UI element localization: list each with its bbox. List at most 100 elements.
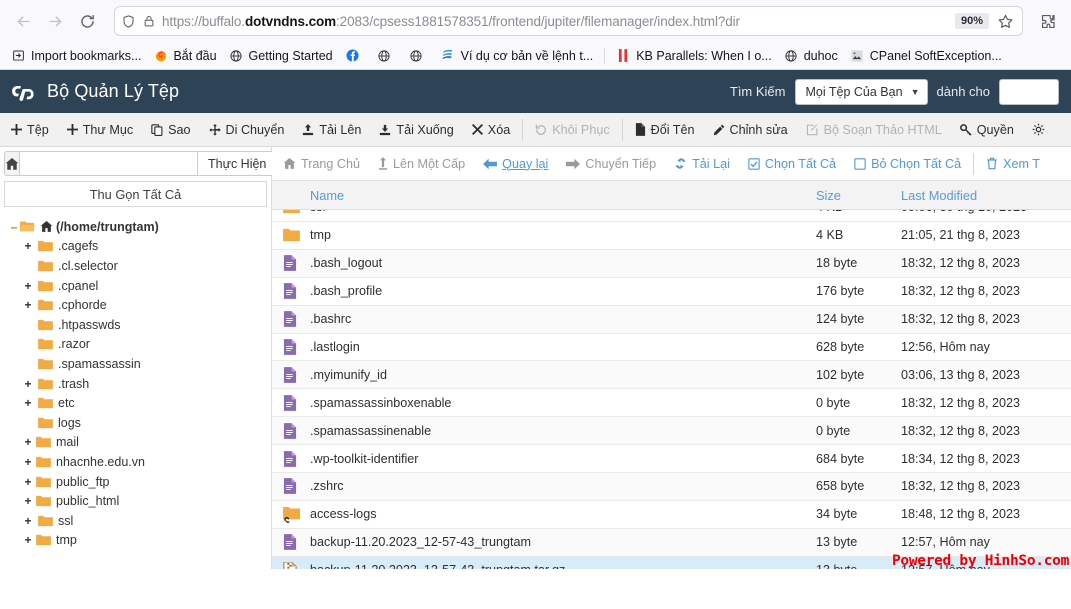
header-size[interactable]: Size	[816, 188, 901, 203]
path-input[interactable]	[19, 151, 198, 176]
search-input[interactable]	[999, 78, 1059, 105]
collapse-toggle-icon[interactable]: –	[8, 220, 20, 234]
expand-toggle-icon[interactable]: +	[22, 279, 34, 293]
nav-forward[interactable]: Chuyển Tiếp	[557, 147, 665, 180]
bookmark-item-facebook[interactable]	[340, 46, 370, 65]
forward-button[interactable]	[40, 6, 70, 36]
bookmark-item-getting-started[interactable]: Getting Started	[224, 46, 338, 65]
table-row[interactable]: .lastlogin 628 byte 12:56, Hôm nay	[272, 334, 1071, 362]
shield-icon[interactable]	[121, 14, 136, 29]
bookmark-item-globe-1[interactable]	[372, 46, 402, 65]
bookmark-star-icon[interactable]	[995, 13, 1016, 30]
expand-toggle-icon[interactable]: +	[22, 239, 34, 253]
nav-up-one-level[interactable]: Lên Một Cấp	[369, 147, 474, 180]
nav-back[interactable]: Quay lại	[474, 147, 557, 180]
toolbar-permissions[interactable]: Quyền	[951, 113, 1023, 146]
reload-button[interactable]	[72, 6, 102, 36]
toolbar-delete[interactable]: Xóa	[463, 113, 519, 146]
bookmark-item-bat-dau[interactable]: Bắt đầu	[148, 46, 221, 65]
url-text[interactable]: https://buffalo.dotvndns.com:2083/cpsess…	[162, 14, 949, 29]
nav-view-trash[interactable]: Xem T	[977, 147, 1049, 180]
expand-toggle-icon[interactable]: +	[22, 396, 34, 410]
toolbar-new-file[interactable]: Tệp	[2, 113, 58, 146]
row-name: backup-11.20.2023_12-57-43_trungtam	[310, 535, 532, 550]
navigation-toolbar: Trang Chủ Lên Một Cấp Quay lại Chuyển Ti…	[272, 147, 1071, 181]
table-row[interactable]: access-logs 34 byte 18:48, 12 thg 8, 202…	[272, 501, 1071, 529]
table-row[interactable]: .spamassassinenable 0 byte 18:32, 12 thg…	[272, 417, 1071, 446]
tree-node-ssl[interactable]: + ssl	[6, 511, 271, 531]
sidebar-home-button[interactable]	[4, 151, 19, 176]
table-row[interactable]: .zshrc 658 byte 18:32, 12 thg 8, 2023	[272, 473, 1071, 501]
toolbar-html-editor[interactable]: Bộ Soạn Thảo HTML	[797, 113, 951, 146]
table-row[interactable]: .spamassassinboxenable 0 byte 18:32, 12 …	[272, 389, 1071, 418]
tree-node-home[interactable]: – (/home/trungtam)	[6, 217, 271, 237]
expand-toggle-icon[interactable]: +	[22, 475, 34, 489]
toolbar-edit[interactable]: Chỉnh sửa	[704, 113, 797, 146]
search-scope-select[interactable]: Mọi Tệp Của Bạn ▼	[794, 78, 928, 105]
back-button[interactable]	[8, 6, 38, 36]
tree-node-public-ftp[interactable]: + public_ftp	[6, 472, 271, 492]
expand-toggle-icon[interactable]: +	[22, 435, 34, 449]
toolbar-rename[interactable]: Đổi Tên	[626, 113, 704, 146]
nav-home[interactable]: Trang Chủ	[274, 147, 369, 180]
row-modified: 03:06, 13 thg 8, 2023	[901, 367, 1021, 382]
tree-node-cpanel[interactable]: + .cpanel	[6, 276, 271, 296]
tree-node-cl-selector[interactable]: .cl.selector	[6, 256, 271, 276]
bookmark-item-import[interactable]: Import bookmarks...	[6, 46, 146, 65]
tree-node-mail[interactable]: + mail	[6, 433, 271, 453]
toolbar-new-folder[interactable]: Thư Mục	[58, 113, 142, 146]
expand-toggle-icon[interactable]: +	[22, 514, 34, 528]
expand-toggle-icon[interactable]: +	[22, 455, 34, 469]
row-name: ssl	[307, 210, 816, 214]
table-row[interactable]: .bash_profile 176 byte 18:32, 12 thg 8, …	[272, 278, 1071, 306]
tree-node-spamassassin[interactable]: .spamassassin	[6, 354, 271, 374]
expand-toggle-icon[interactable]: +	[22, 298, 34, 312]
url-bar[interactable]: https://buffalo.dotvndns.com:2083/cpsess…	[114, 6, 1023, 36]
folder-icon	[38, 260, 53, 272]
nav-select-all[interactable]: Chọn Tất Cả	[739, 147, 845, 180]
table-row[interactable]: tmp 4 KB 21:05, 21 thg 8, 2023	[272, 222, 1071, 250]
tree-node-cphorde[interactable]: + .cphorde	[6, 295, 271, 315]
expand-toggle-icon[interactable]: +	[22, 533, 34, 547]
bookmark-item-duhoc[interactable]: duhoc	[779, 46, 843, 65]
bookmark-item-cpanel-softexception[interactable]: CPanel SoftException...	[845, 46, 1007, 65]
header-name[interactable]: Name	[307, 188, 816, 203]
tree-node-logs[interactable]: logs	[6, 413, 271, 433]
nav-reload[interactable]: Tải Lại	[665, 147, 739, 180]
tree-node-tmp[interactable]: + tmp	[6, 531, 271, 551]
tree-node-trash[interactable]: + .trash	[6, 374, 271, 394]
toolbar-settings[interactable]	[1023, 113, 1054, 146]
zoom-level-badge[interactable]: 90%	[954, 13, 989, 29]
extensions-icon[interactable]	[1033, 6, 1063, 36]
bookmark-item-vi-du[interactable]: Ví dụ cơ bản về lệnh t...	[436, 46, 599, 65]
tree-node-razor[interactable]: .razor	[6, 335, 271, 355]
table-row[interactable]: .wp-toolkit-identifier 684 byte 18:34, 1…	[272, 445, 1071, 474]
toolbar-divider	[522, 118, 524, 141]
toolbar-download[interactable]: Tải Xuống	[370, 113, 462, 146]
table-row[interactable]: .bashrc 124 byte 18:32, 12 thg 8, 2023	[272, 305, 1071, 334]
tree-node-public-html[interactable]: + public_html	[6, 491, 271, 511]
folder-icon	[38, 397, 53, 409]
table-row[interactable]: .bash_logout 18 byte 18:32, 12 thg 8, 20…	[272, 249, 1071, 278]
globe-icon	[377, 48, 392, 63]
tree-node-nhacnhe[interactable]: + nhacnhe.edu.vn	[6, 452, 271, 472]
expand-toggle-icon[interactable]: +	[22, 377, 34, 391]
collapse-all-button[interactable]: Thu Gọn Tất Cả	[4, 181, 267, 207]
header-last-modified[interactable]: Last Modified	[901, 188, 1071, 203]
bookmark-item-globe-2[interactable]	[404, 46, 434, 65]
lock-icon[interactable]	[142, 14, 156, 28]
toolbar-upload[interactable]: Tải Lên	[293, 113, 370, 146]
tree-node-etc[interactable]: + etc	[6, 393, 271, 413]
toolbar-copy[interactable]: Sao	[142, 113, 199, 146]
nav-unselect-all[interactable]: Bỏ Chọn Tất Cả	[845, 147, 970, 180]
row-name: .lastlogin	[310, 340, 360, 354]
toolbar-move[interactable]: Di Chuyển	[200, 113, 294, 146]
table-row[interactable]: .myimunify_id 102 byte 03:06, 13 thg 8, …	[272, 361, 1071, 390]
tree-node-htpasswds[interactable]: .htpasswds	[6, 315, 271, 335]
bookmark-item-kb-parallels[interactable]: KB Parallels: When I o...	[611, 46, 776, 65]
toolbar-restore[interactable]: Khôi Phục	[526, 113, 618, 146]
go-button[interactable]: Thực Hiện	[198, 151, 278, 176]
tree-node-cagefs[interactable]: + .cagefs	[6, 237, 271, 257]
table-row[interactable]: ssl 4 KB 05:06, 30 thg 10, 2023	[272, 210, 1071, 222]
expand-toggle-icon[interactable]: +	[22, 494, 34, 508]
